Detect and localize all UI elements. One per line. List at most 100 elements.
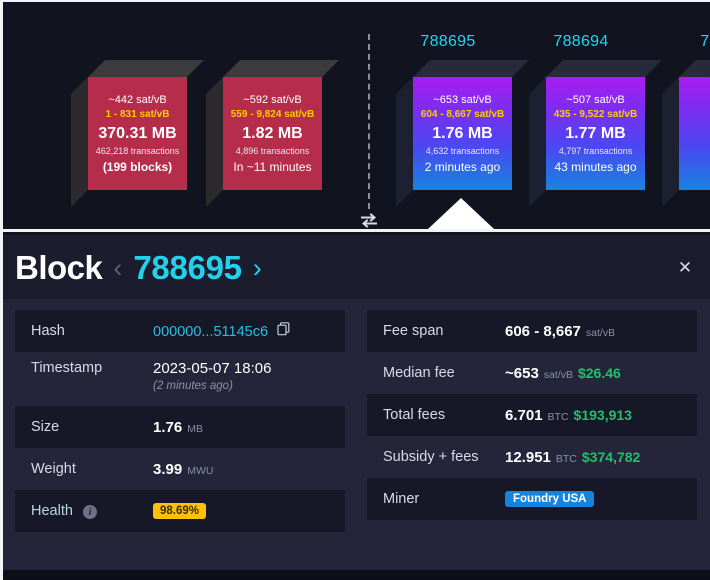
- miner-badge[interactable]: Foundry USA: [505, 491, 595, 507]
- block-time: In ~11 minutes: [233, 159, 312, 174]
- block-summary-table-left: Hash 000000...51145c6 Timestamp 2023-05-…: [15, 310, 345, 532]
- block-transactions: 462,218 transactions: [95, 145, 180, 156]
- mined-block-0[interactable]: ~442 sat/vB 1 - 831 sat/vB 370.31 MB 462…: [71, 60, 204, 207]
- row-value-timestamp: 2023-05-07 18:06 (2 minutes ago): [153, 360, 271, 392]
- row-value-weight: 3.99 MWU: [153, 461, 213, 478]
- subsidy-fees-unit: BTC: [555, 452, 577, 465]
- block-detail-panel: Block ‹ 788695 › ✕ Hash 000000...51145c6: [3, 235, 710, 570]
- row-label-weight: Weight: [31, 461, 76, 477]
- block-size: 370.31 MB: [98, 124, 177, 142]
- block-median-fee: ~442 sat/vB: [108, 93, 167, 106]
- block-time: 2 minutes ago: [424, 159, 501, 174]
- cube-top-face: [88, 60, 204, 77]
- row-label-timestamp: Timestamp: [31, 360, 103, 376]
- block-median-fee: ~592 sat/vB: [243, 93, 302, 106]
- cube-front-face: ~5 521 - 1.8 5,231 44 m: [679, 77, 710, 190]
- cube-side-face: [662, 77, 679, 207]
- info-icon[interactable]: i: [82, 505, 97, 520]
- weight-unit: MWU: [187, 464, 214, 477]
- block-median-fee: ~507 sat/vB: [566, 93, 625, 106]
- block-height-link-0[interactable]: 788695: [388, 33, 508, 51]
- row-label-median-fee: Median fee: [383, 365, 455, 381]
- close-icon[interactable]: ✕: [675, 258, 695, 278]
- row-label-size: Size: [31, 419, 60, 435]
- row-label-total-fees: Total fees: [383, 407, 446, 423]
- block-fee-span: 1 - 831 sat/vB: [105, 108, 170, 120]
- table-row-timestamp: Timestamp 2023-05-07 18:06 (2 minutes ag…: [15, 352, 345, 406]
- block-fee-span: 435 - 9,522 sat/vB: [553, 108, 638, 120]
- row-value-fee-span: 606 - 8,667 sat/vB: [505, 323, 615, 340]
- fee-span-unit: sat/vB: [585, 326, 616, 339]
- weight-value: 3.99: [153, 460, 183, 478]
- table-row-health: Health i 98.69%: [15, 490, 345, 532]
- status-badge: 98.69%: [153, 503, 207, 519]
- cube-front-face: ~507 sat/vB 435 - 9,522 sat/vB 1.77 MB 4…: [546, 77, 645, 190]
- swap-horizontal-icon[interactable]: [359, 212, 379, 228]
- table-row-hash: Hash 000000...51145c6: [15, 310, 345, 352]
- total-fees-value: 6.701: [505, 406, 543, 424]
- cube-side-face: [529, 77, 546, 207]
- next-block-chevron-icon[interactable]: ›: [252, 254, 263, 282]
- block-fee-span: 604 - 8,667 sat/vB: [420, 108, 505, 120]
- cube-top-face: [679, 60, 710, 77]
- block-height-link-2[interactable]: 788: [654, 33, 710, 51]
- block-time: 43 minutes ago: [554, 159, 637, 174]
- median-fee-value: ~653: [505, 364, 539, 382]
- mempool-divider: [368, 34, 370, 209]
- size-unit: MB: [187, 422, 203, 435]
- mined-block-1[interactable]: ~592 sat/vB 559 - 9,824 sat/vB 1.82 MB 4…: [206, 60, 339, 207]
- row-value-subsidy-fees: 12.951 BTC $374,782: [505, 449, 640, 466]
- row-label-subsidy-fees: Subsidy + fees: [383, 449, 479, 465]
- copy-icon[interactable]: [277, 322, 290, 340]
- median-fee-unit: sat/vB: [543, 368, 573, 381]
- current-block-height[interactable]: 788695: [133, 249, 242, 287]
- strip-divider: [3, 229, 710, 232]
- block-size: 1.82 MB: [242, 124, 303, 142]
- row-value-miner: Foundry USA: [505, 491, 595, 507]
- page-title: Block: [15, 249, 103, 286]
- block-height-link-1[interactable]: 788694: [521, 33, 641, 51]
- subsidy-fees-fiat: $374,782: [581, 448, 641, 465]
- table-row-weight: Weight 3.99 MWU: [15, 448, 345, 490]
- fee-span-value: 606 - 8,667: [505, 322, 581, 340]
- block-size: 1.76 MB: [432, 124, 493, 142]
- size-value: 1.76: [153, 418, 183, 436]
- table-row-subsidy-fees: Subsidy + fees 12.951 BTC $374,782: [367, 436, 697, 478]
- mempool-block-2[interactable]: ~5 521 - 1.8 5,231 44 m: [662, 60, 710, 207]
- row-label-miner: Miner: [383, 491, 420, 507]
- selected-block-pointer: [428, 198, 494, 229]
- total-fees-unit: BTC: [547, 410, 569, 423]
- timestamp-value: 2023-05-07 18:06: [153, 360, 272, 377]
- cube-side-face: [71, 77, 88, 207]
- mempool-block-explorer: ~442 sat/vB 1 - 831 sat/vB 370.31 MB 462…: [0, 0, 710, 580]
- cube-side-face: [206, 77, 223, 207]
- row-value-health: 98.69%: [153, 503, 207, 519]
- median-fee-fiat: $26.46: [577, 364, 621, 381]
- cube-top-face: [546, 60, 662, 77]
- block-summary-table-right: Fee span 606 - 8,667 sat/vB Median fee ~…: [367, 310, 697, 532]
- mempool-block-0[interactable]: ~653 sat/vB 604 - 8,667 sat/vB 1.76 MB 4…: [396, 60, 529, 207]
- table-row-miner: Miner Foundry USA: [367, 478, 697, 520]
- cube-front-face: ~653 sat/vB 604 - 8,667 sat/vB 1.76 MB 4…: [413, 77, 512, 190]
- total-fees-fiat: $193,913: [573, 406, 632, 423]
- block-detail-title-row: Block ‹ 788695 ›: [15, 249, 263, 287]
- timestamp-relative: (2 minutes ago): [153, 380, 233, 392]
- cube-side-face: [396, 77, 413, 207]
- table-row-fee-span: Fee span 606 - 8,667 sat/vB: [367, 310, 697, 352]
- row-label-fee-span: Fee span: [383, 323, 444, 339]
- block-hash-link[interactable]: 000000...51145c6: [153, 324, 268, 340]
- block-detail-tables: Hash 000000...51145c6 Timestamp 2023-05-…: [15, 310, 702, 532]
- footer-strip: [3, 570, 710, 580]
- blockchain-strip: ~442 sat/vB 1 - 831 sat/vB 370.31 MB 462…: [3, 2, 710, 232]
- row-value-median-fee: ~653 sat/vB $26.46: [505, 365, 621, 382]
- row-value-hash: 000000...51145c6: [153, 322, 290, 340]
- health-label-text: Health: [31, 502, 73, 519]
- row-value-size: 1.76 MB: [153, 419, 203, 436]
- row-label-hash: Hash: [31, 323, 65, 339]
- prev-block-chevron-icon[interactable]: ‹: [112, 254, 123, 282]
- cube-front-face: ~592 sat/vB 559 - 9,824 sat/vB 1.82 MB 4…: [223, 77, 322, 190]
- cube-front-face: ~442 sat/vB 1 - 831 sat/vB 370.31 MB 462…: [88, 77, 187, 190]
- block-median-fee: ~653 sat/vB: [433, 93, 492, 106]
- mempool-block-1[interactable]: ~507 sat/vB 435 - 9,522 sat/vB 1.77 MB 4…: [529, 60, 662, 207]
- block-size: 1.77 MB: [565, 124, 626, 142]
